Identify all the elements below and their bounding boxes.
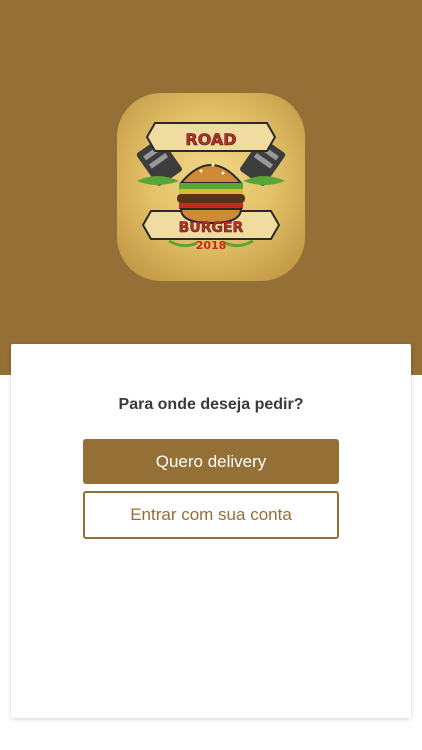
logo-year: 2018: [196, 239, 227, 252]
restaurant-logo: ROAD BURGER 2018: [117, 93, 305, 281]
burger-icon: [177, 163, 245, 225]
delivery-button[interactable]: Quero delivery: [83, 439, 339, 484]
logo-line2: BURGER: [179, 220, 244, 236]
login-button[interactable]: Entrar com sua conta: [83, 491, 339, 539]
logo-line1: ROAD: [185, 130, 236, 149]
header-banner: ROAD BURGER 2018: [0, 0, 422, 375]
order-option-card: Para onde deseja pedir? Quero delivery E…: [11, 344, 411, 718]
order-question: Para onde deseja pedir?: [118, 396, 304, 413]
road-burger-logo-art: ROAD BURGER 2018: [136, 122, 286, 252]
